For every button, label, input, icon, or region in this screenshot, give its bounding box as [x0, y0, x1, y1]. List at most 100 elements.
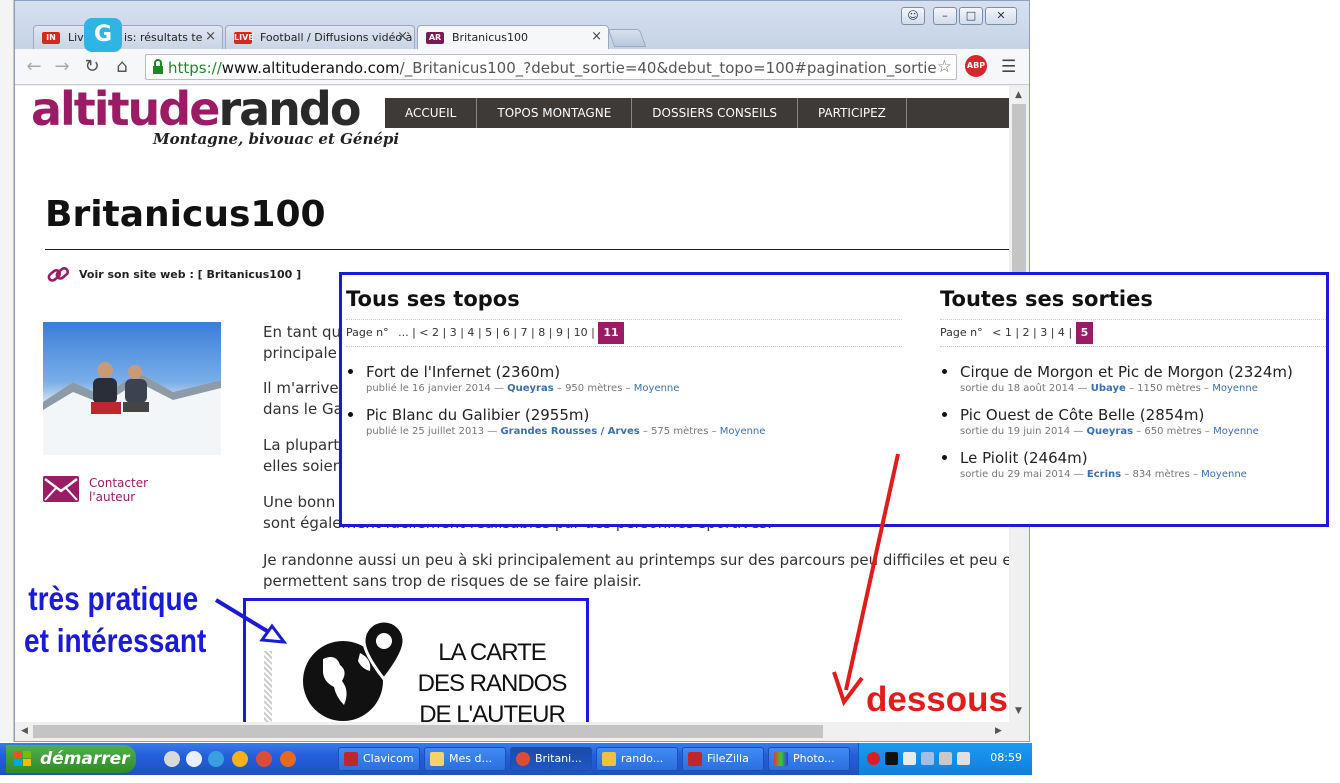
close-tab-icon[interactable]: × — [591, 29, 602, 44]
pager-link[interactable]: | 10 — [566, 320, 587, 346]
ie-icon[interactable] — [208, 751, 224, 767]
site-logo[interactable]: altituderando Montagne, bivouac et Génép… — [31, 86, 399, 156]
pager-link[interactable]: | 2 — [1015, 320, 1029, 346]
topo-title[interactable]: Fort de l'Infernet (2360m) — [366, 363, 560, 381]
bio-text: En tant qu — [263, 323, 342, 341]
sortie-title[interactable]: Pic Ouest de Côte Belle (2854m) — [960, 406, 1204, 424]
nav-accueil[interactable]: ACCUEIL — [385, 98, 478, 128]
annotation-red-text: dessous — [866, 680, 1008, 719]
pager-link[interactable]: | 4 — [460, 320, 474, 346]
pager-link[interactable]: | 8 — [531, 320, 545, 346]
title-bar: ☺ – □ ✕ IN Live is: résultats te × LIVE … — [15, 1, 1029, 50]
grammarly-icon[interactable]: G — [84, 18, 122, 52]
bio-text: principale — [263, 344, 337, 362]
app-icon — [602, 752, 616, 766]
quicklaunch-icon[interactable] — [164, 751, 180, 767]
browser-toolbar: ← → ↻ ⌂ https://www.altituderando.com/_B… — [15, 49, 1029, 85]
new-tab-button[interactable] — [607, 29, 647, 47]
envelope-icon — [43, 476, 79, 502]
taskbar-button-clavicom[interactable]: Clavicom — [338, 747, 420, 771]
reload-icon[interactable]: ↻ — [81, 56, 103, 77]
close-tab-icon[interactable]: × — [205, 29, 216, 44]
pager-link[interactable]: | 9 — [549, 320, 563, 346]
adblock-icon[interactable]: ABP — [965, 55, 987, 77]
lock-icon — [153, 59, 163, 74]
close-tab-icon[interactable]: × — [397, 29, 408, 44]
tray-icon[interactable] — [867, 752, 880, 765]
blue-arrow-icon — [214, 598, 288, 644]
firefox-icon[interactable] — [280, 751, 296, 767]
pager-current: 5 — [1075, 322, 1094, 344]
tray-icon[interactable] — [939, 752, 952, 765]
scroll-left-arrow-icon[interactable]: ◀ — [21, 726, 28, 736]
maximize-button[interactable]: □ — [959, 7, 983, 25]
system-tray: 08:59 — [858, 743, 1032, 775]
tab-label: is: résultats te — [123, 31, 203, 44]
taskbar-button-documents[interactable]: Mes d... — [424, 747, 506, 771]
globe-pin-icon — [303, 619, 406, 721]
bio-text: Une bonn — [263, 493, 336, 511]
tab-football[interactable]: LIVE Football / Diffusions vidéo à × — [225, 25, 415, 49]
folder-icon — [430, 752, 444, 766]
taskbar-button-chrome[interactable]: Britani... — [510, 747, 592, 771]
start-button[interactable]: démarrer — [6, 745, 136, 773]
close-window-button[interactable]: ✕ — [985, 7, 1017, 25]
filezilla-icon — [688, 752, 702, 766]
pager-link[interactable]: | 5 — [478, 320, 492, 346]
tab-live[interactable]: IN Live is: résultats te × — [33, 25, 223, 49]
forward-arrow-icon[interactable]: → — [51, 56, 73, 77]
tray-icon[interactable] — [885, 752, 898, 765]
scroll-thumb[interactable] — [33, 725, 823, 738]
taskbar-button-photo[interactable]: Photo... — [768, 747, 850, 771]
app-icon — [344, 752, 358, 766]
sortie-title[interactable]: Cirque de Morgon et Pic de Morgon (2324m… — [960, 363, 1293, 381]
pager-link[interactable]: ... — [398, 320, 409, 346]
menu-icon[interactable]: ☰ — [1001, 57, 1016, 77]
topo-title[interactable]: Pic Blanc du Galibier (2955m) — [366, 406, 589, 424]
pager-link[interactable]: | < 2 — [412, 320, 439, 346]
tab-label: Football / Diffusions vidéo à — [260, 31, 413, 44]
taskbar-button-filezilla[interactable]: FileZilla — [682, 747, 764, 771]
bio-text: dans le Ga — [263, 400, 343, 418]
scroll-right-arrow-icon[interactable]: ▶ — [995, 726, 1002, 736]
topos-heading: Tous ses topos — [346, 287, 520, 311]
tab-britanicus[interactable]: AR Britanicus100 × — [417, 25, 609, 50]
address-bar[interactable]: https://www.altituderando.com/_Britanicu… — [145, 54, 957, 80]
pager-link[interactable]: | 3 — [1033, 320, 1047, 346]
minimize-button[interactable]: – — [933, 7, 957, 25]
nav-participez[interactable]: PARTICIPEZ — [798, 98, 907, 128]
horizontal-scrollbar[interactable]: ◀ ▶ — [15, 722, 1029, 741]
quicklaunch-icon[interactable] — [232, 751, 248, 767]
topo-meta: publié le 16 janvier 2014 — Queyras – 95… — [366, 383, 680, 394]
nav-topos-montagne[interactable]: TOPOS MONTAGNE — [477, 98, 633, 128]
pager-link[interactable]: | 3 — [443, 320, 457, 346]
home-icon[interactable]: ⌂ — [111, 56, 133, 77]
shield-icon[interactable] — [921, 752, 934, 765]
red-arrow-icon — [832, 453, 900, 707]
chain-link-icon — [47, 266, 70, 282]
contact-label: Contacter l'auteur — [89, 476, 149, 504]
pager-link[interactable]: | 6 — [496, 320, 510, 346]
page-title: Britanicus100 — [45, 194, 326, 235]
nav-dossiers-conseils[interactable]: DOSSIERS CONSEILS — [632, 98, 798, 128]
volume-icon[interactable] — [957, 752, 970, 765]
mail-icon[interactable] — [903, 752, 916, 765]
pager-link[interactable]: < 1 — [992, 320, 1012, 346]
author-map-banner[interactable]: LA CARTE DES RANDOS DE L'AUTEUR — [243, 598, 589, 722]
chrome-icon[interactable] — [256, 751, 272, 767]
live-favicon-icon: IN — [42, 32, 60, 44]
profile-photo — [43, 322, 221, 455]
taskbar-button-rando[interactable]: rando... — [596, 747, 678, 771]
tab-label: Britanicus100 — [452, 31, 528, 44]
user-icon[interactable]: ☺ — [901, 7, 925, 25]
back-arrow-icon[interactable]: ← — [23, 56, 45, 77]
sortie-title[interactable]: Le Piolit (2464m) — [960, 449, 1088, 467]
bookmark-star-icon[interactable]: ☆ — [937, 57, 952, 77]
pager-link[interactable]: | 7 — [513, 320, 527, 346]
bio-text: La plupart — [263, 436, 340, 454]
scroll-up-arrow-icon[interactable]: ▲ — [1015, 90, 1022, 100]
quicklaunch-icon[interactable] — [186, 751, 202, 767]
bio-text: elles soien — [263, 457, 343, 475]
pager-link[interactable]: | 4 — [1051, 320, 1065, 346]
scroll-down-arrow-icon[interactable]: ▼ — [1015, 706, 1022, 716]
